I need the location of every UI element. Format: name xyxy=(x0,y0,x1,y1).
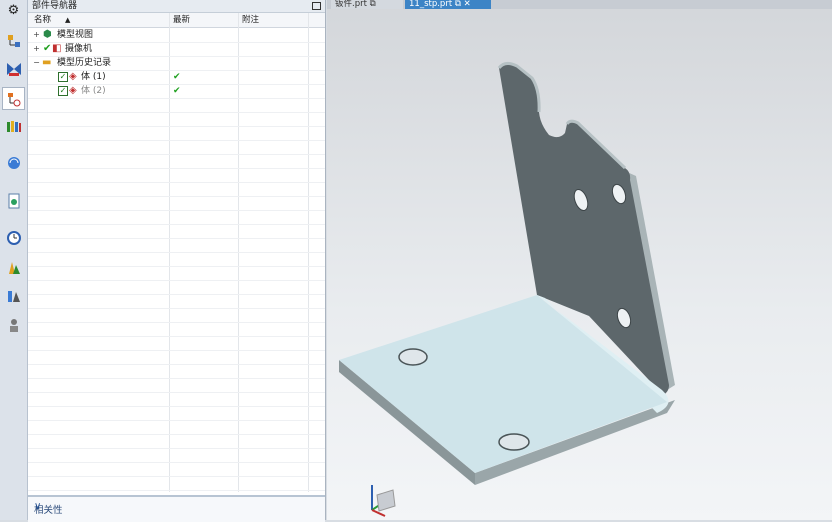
system-materials-icon[interactable] xyxy=(3,257,24,278)
column-latest[interactable]: 最新 xyxy=(173,13,190,27)
maximize-icon[interactable] xyxy=(312,2,321,10)
assembly-navigator-icon[interactable] xyxy=(3,30,24,51)
body-feature-icon: ◈ xyxy=(69,85,77,96)
history-clock-icon[interactable] xyxy=(3,227,24,248)
collapse-icon[interactable]: − xyxy=(32,58,41,67)
tree-row-body-1[interactable]: ✓ ◈ 体 (1) ✔ xyxy=(28,70,325,85)
relevance-panel-header[interactable]: 相关性 ∨ xyxy=(28,495,325,522)
constraint-navigator-icon[interactable] xyxy=(3,58,24,79)
up-to-date-check-icon: ✔ xyxy=(173,86,181,96)
navigator-tree: + ⬢ 模型视图 + ✔ ◧ 摄像机 − ▬ 模型历史记录 ✓ ◈ 体 (1) … xyxy=(28,28,325,492)
tree-row-cameras[interactable]: + ✔ ◧ 摄像机 xyxy=(28,42,325,57)
up-to-date-check-icon: ✔ xyxy=(173,72,181,82)
resource-bar: ⚙ xyxy=(0,0,28,520)
expand-icon[interactable]: + xyxy=(32,30,41,39)
body-feature-icon: ◈ xyxy=(69,71,77,82)
graphics-window[interactable]: 钣件.prt ⧉ 11_stp.prt ⧉ ✕ xyxy=(327,0,832,520)
roles-icon[interactable] xyxy=(3,314,24,335)
navigator-title-bar: 部件导航器 xyxy=(28,0,325,13)
visibility-checkbox[interactable]: ✓ xyxy=(58,72,68,82)
visibility-checkbox[interactable]: ✓ xyxy=(58,86,68,96)
expand-icon[interactable]: + xyxy=(32,44,41,53)
tree-row-model-history[interactable]: − ▬ 模型历史记录 xyxy=(28,56,325,71)
reuse-library-icon[interactable] xyxy=(3,115,24,136)
camera-icon: ◧ xyxy=(52,43,62,54)
navigator-title: 部件导航器 xyxy=(32,1,78,11)
column-comment[interactable]: 附注 xyxy=(242,13,259,27)
web-browser-icon[interactable] xyxy=(3,152,24,173)
tree-label: 模型历史记录 xyxy=(57,58,112,68)
column-header: 名称 ▲ 最新 附注 xyxy=(28,13,325,28)
tree-label: 摄像机 xyxy=(65,44,93,54)
coordinate-triad-icon xyxy=(371,485,396,517)
part-navigator-panel: 部件导航器 名称 ▲ 最新 附注 + ⬢ 模型视图 + ✔ ◧ 摄像机 − ▬ … xyxy=(28,0,326,522)
tree-row-body-2[interactable]: ✓ ◈ 体 (2) ✔ xyxy=(28,84,325,99)
tree-label: 体 (2) xyxy=(81,86,106,96)
tree-row-model-views[interactable]: + ⬢ 模型视图 xyxy=(28,28,325,43)
part-navigator-icon[interactable] xyxy=(2,87,25,110)
tree-label: 模型视图 xyxy=(57,30,94,40)
sheet-metal-bracket-model[interactable] xyxy=(327,0,832,520)
sort-ascending-icon[interactable]: ▲ xyxy=(65,13,70,27)
column-name[interactable]: 名称 xyxy=(34,13,51,27)
model-views-icon: ⬢ xyxy=(43,29,52,40)
folder-icon: ▬ xyxy=(42,57,52,68)
process-studio-icon[interactable] xyxy=(3,285,24,306)
tree-label: 体 (1) xyxy=(81,72,106,82)
checkmark-icon: ✔ xyxy=(43,43,52,54)
history-icon[interactable] xyxy=(3,190,24,211)
chevron-down-icon[interactable]: ∨ xyxy=(34,501,319,512)
gear-icon[interactable]: ⚙ xyxy=(3,0,24,21)
